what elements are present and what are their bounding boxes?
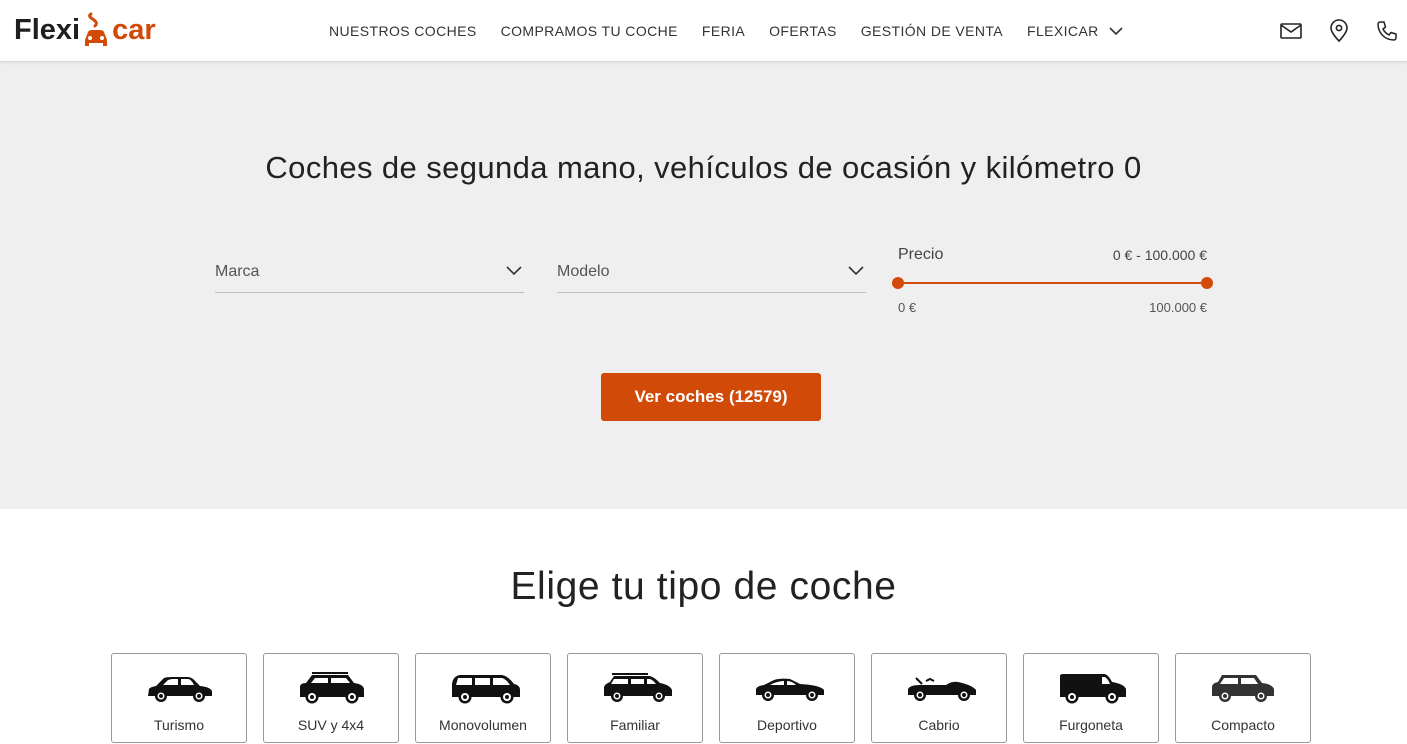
type-card-label: Familiar bbox=[610, 717, 660, 733]
type-card-label: Cabrio bbox=[918, 717, 960, 733]
ver-coches-button[interactable]: Ver coches (12579) bbox=[601, 373, 821, 421]
price-slider-track[interactable] bbox=[898, 282, 1207, 284]
types-section-title: Elige tu tipo de coche bbox=[510, 565, 897, 608]
top-header: Flexi car NUESTROS COCHES COMPRAMOS TU C… bbox=[0, 0, 1407, 62]
chevron-down-icon bbox=[506, 266, 522, 276]
compact-car-icon bbox=[1212, 675, 1274, 702]
nav-nuestros-coches[interactable]: NUESTROS COCHES bbox=[329, 23, 477, 39]
type-card-turismo[interactable]: Turismo bbox=[111, 653, 247, 743]
nav-ofertas[interactable]: OFERTAS bbox=[769, 23, 837, 39]
price-slider-min-handle[interactable] bbox=[892, 277, 904, 289]
modelo-select-label: Modelo bbox=[557, 263, 610, 280]
phone-icon[interactable] bbox=[1375, 19, 1399, 43]
main-nav: NUESTROS COCHES COMPRAMOS TU COCHE FERIA… bbox=[329, 0, 1147, 62]
location-pin-icon[interactable] bbox=[1327, 19, 1351, 43]
search-hero: Coches de segunda mano, vehículos de oca… bbox=[0, 62, 1407, 509]
type-card-label: Compacto bbox=[1211, 717, 1275, 733]
nav-compramos-tu-coche[interactable]: COMPRAMOS TU COCHE bbox=[501, 23, 678, 39]
logo-text-flexi: Flexi bbox=[14, 13, 81, 46]
sports-car-icon bbox=[756, 678, 824, 701]
type-card-label: SUV y 4x4 bbox=[297, 717, 365, 733]
price-filter: Precio 0 € - 100.000 € 0 € 100.000 € bbox=[892, 242, 1213, 322]
type-card-label: Turismo bbox=[153, 717, 205, 733]
header-actions bbox=[1267, 0, 1407, 62]
type-card-monovolumen[interactable]: Monovolumen bbox=[415, 653, 551, 743]
flexicar-logo[interactable]: Flexi car bbox=[14, 8, 156, 52]
nav-flexicar[interactable]: FLEXICAR bbox=[1027, 23, 1123, 39]
nav-gestion-de-venta[interactable]: GESTIÓN DE VENTA bbox=[861, 23, 1003, 39]
type-card-cabrio[interactable]: Cabrio bbox=[871, 653, 1007, 743]
type-card-label: Deportivo bbox=[757, 717, 817, 733]
logo-car-icon bbox=[85, 12, 108, 46]
type-card-compacto[interactable]: Compacto bbox=[1175, 653, 1311, 743]
mail-icon[interactable] bbox=[1279, 19, 1303, 43]
convertible-icon bbox=[908, 677, 976, 701]
type-card-label: Monovolumen bbox=[439, 717, 527, 733]
minivan-icon bbox=[452, 675, 520, 704]
chevron-down-icon bbox=[848, 266, 864, 276]
type-card-furgoneta[interactable]: Furgoneta bbox=[1023, 653, 1159, 743]
type-card-familiar[interactable]: Familiar bbox=[567, 653, 703, 743]
chevron-down-icon bbox=[1109, 26, 1123, 35]
type-card-label: Furgoneta bbox=[1059, 717, 1123, 733]
modelo-select[interactable]: Modelo bbox=[557, 255, 866, 293]
marca-select-label: Marca bbox=[215, 263, 260, 280]
wagon-icon bbox=[604, 673, 672, 702]
type-card-suv[interactable]: SUV y 4x4 bbox=[263, 653, 399, 743]
sedan-icon bbox=[148, 677, 212, 702]
price-min-label: 0 € bbox=[898, 300, 917, 315]
suv-icon bbox=[300, 672, 364, 704]
hero-title: Coches de segunda mano, vehículos de oca… bbox=[265, 150, 1142, 185]
type-card-deportivo[interactable]: Deportivo bbox=[719, 653, 855, 743]
marca-select[interactable]: Marca bbox=[215, 255, 524, 293]
price-label: Precio bbox=[898, 246, 944, 263]
nav-feria[interactable]: FERIA bbox=[702, 23, 745, 39]
van-icon bbox=[1060, 674, 1126, 704]
price-slider-max-handle[interactable] bbox=[1201, 277, 1213, 289]
price-range-value: 0 € - 100.000 € bbox=[1112, 247, 1207, 263]
logo-text-car: car bbox=[112, 13, 156, 46]
price-max-label: 100.000 € bbox=[1149, 300, 1207, 315]
